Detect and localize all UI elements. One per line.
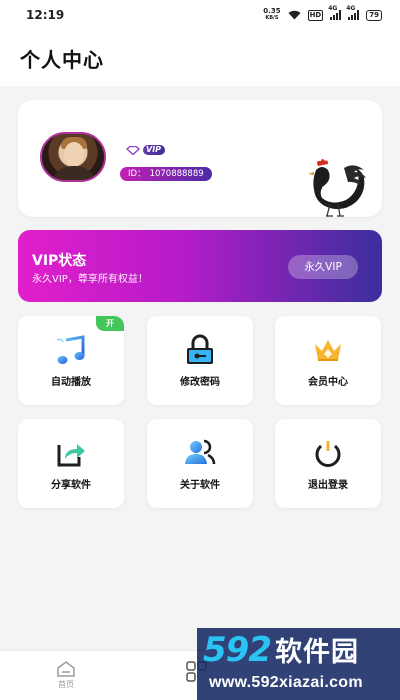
vip-tag: VIP [143,145,166,155]
tile-change-password[interactable]: 修改密码 [147,316,253,405]
wifi-icon [288,10,301,20]
watermark-site-name: 软件园 [274,637,359,668]
rooster-illustration [308,159,366,217]
net-speed-unit: KB/S [265,15,279,21]
tile-logout[interactable]: 退出登录 [275,419,381,508]
status-bar: 12:19 0.35 KB/S HD 4G 4G 79 [0,0,400,30]
tile-label: 分享软件 [51,480,91,491]
lock-icon [187,334,213,364]
crown-icon [315,340,341,361]
watermark-number: 592 [203,630,272,670]
tile-label: 退出登录 [308,480,348,491]
net-speed-value: 0.35 [263,7,281,15]
nav-home[interactable]: 首页 [46,660,86,690]
page-title: 个人中心 [20,47,104,72]
tile-label: 关于软件 [180,480,220,491]
tile-member-center[interactable]: 会员中心 [275,316,381,405]
battery-icon: 79 [366,9,382,21]
tile-autoplay[interactable]: 开 自动播放 [18,316,124,405]
share-icon [57,444,85,467]
tile-label: 自动播放 [51,377,91,388]
diamond-icon [126,145,140,155]
hd-badge: HD [307,9,324,21]
vip-status-subtitle: 永久VIP，尊享所有权益！ [32,274,148,285]
vip-status-title: VIP状态 [32,253,87,269]
status-icons: 0.35 KB/S HD 4G 4G 79 [263,5,382,22]
tile-share-app[interactable]: 分享软件 [18,419,124,508]
vip-badge: VIP [126,145,166,155]
profile-card[interactable]: VIP ID： 1070888889 [18,100,382,217]
vip-status-banner: VIP状态 永久VIP，尊享所有权益！ 永久VIP [18,230,382,302]
users-icon [185,439,216,465]
user-id-value: 1070888889 [149,169,204,179]
power-icon [315,441,341,467]
signal-icon-1: 4G [328,5,342,20]
user-id-pill: ID： 1070888889 [120,167,212,181]
signal-icon-2: 4G [346,5,360,20]
header: 个人中心 [0,30,400,86]
tile-label: 修改密码 [180,377,220,388]
nav-home-label: 首页 [58,680,74,689]
tile-about-app[interactable]: 关于软件 [147,419,253,508]
home-icon [57,661,75,677]
avatar[interactable] [40,132,106,182]
music-note-icon [56,335,85,364]
autoplay-on-badge[interactable]: 开 [96,316,124,331]
tile-label: 会员中心 [308,377,348,388]
permanent-vip-button[interactable]: 永久VIP [288,255,358,279]
status-time: 12:19 [26,8,65,22]
watermark-logo: 592 软件园 [203,630,359,670]
user-id-label: ID： [128,169,146,179]
watermark-url: www.592xiazai.com [209,674,363,691]
watermark-overlay: 592 软件园 www.592xiazai.com [197,628,400,700]
net-speed: 0.35 KB/S [263,8,280,22]
